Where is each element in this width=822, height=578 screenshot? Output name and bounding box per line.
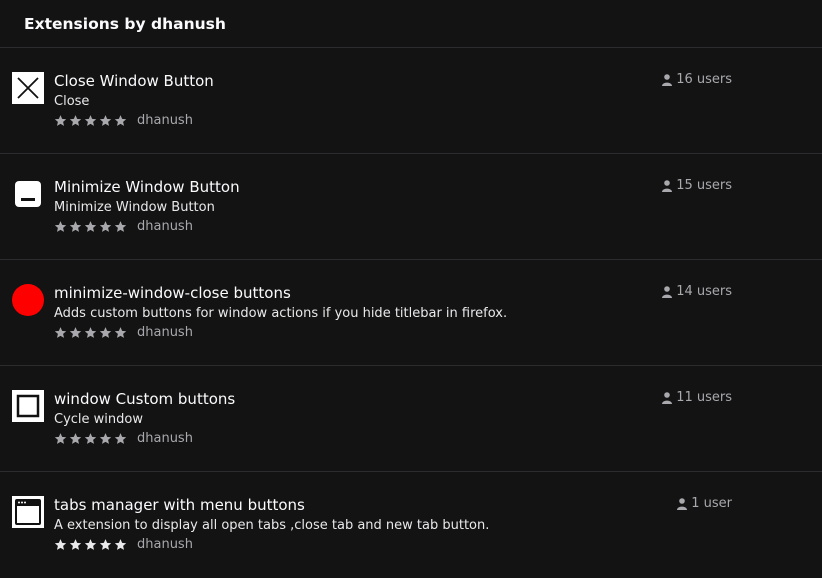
extension-meta: dhanush (54, 430, 193, 446)
extension-row[interactable]: tabs manager with menu buttons A extensi… (0, 472, 822, 578)
user-icon (662, 179, 673, 192)
extension-author[interactable]: dhanush (137, 219, 193, 234)
star-icon (84, 220, 97, 232)
user-count: 16 users (662, 72, 732, 87)
panel-header: Extensions by dhanush (0, 0, 822, 48)
user-icon (662, 285, 673, 298)
user-icon (662, 73, 673, 86)
rating-stars (54, 538, 127, 551)
square-frame-icon[interactable] (12, 390, 44, 422)
star-icon (54, 432, 67, 444)
star-icon (84, 432, 97, 444)
user-count: 11 users (662, 390, 732, 405)
rating-stars (54, 220, 127, 233)
star-icon (114, 326, 127, 338)
rating-stars (54, 326, 127, 339)
user-count-label: 1 user (691, 496, 732, 511)
extension-description: Adds custom buttons for window actions i… (54, 306, 508, 321)
extension-author[interactable]: dhanush (137, 113, 193, 128)
extension-row[interactable]: minimize-window-close buttons Adds custo… (0, 260, 822, 366)
extension-row[interactable]: Minimize Window Button Minimize Window B… (0, 154, 822, 260)
star-icon (69, 326, 82, 338)
user-count-label: 14 users (676, 284, 732, 299)
extension-meta: dhanush (54, 112, 193, 128)
extension-meta: dhanush (54, 218, 193, 234)
star-icon (54, 114, 67, 126)
star-icon (114, 114, 127, 126)
star-icon (99, 220, 112, 232)
star-icon (114, 538, 127, 550)
star-icon (99, 326, 112, 338)
user-count-label: 15 users (676, 178, 732, 193)
star-icon (84, 538, 97, 550)
extension-title[interactable]: Minimize Window Button (54, 178, 240, 196)
star-icon (99, 432, 112, 444)
star-icon (99, 538, 112, 550)
user-count-label: 11 users (676, 390, 732, 405)
star-icon (84, 114, 97, 126)
star-icon (54, 538, 67, 550)
extension-author[interactable]: dhanush (137, 431, 193, 446)
star-icon (114, 432, 127, 444)
star-icon (99, 114, 112, 126)
extension-description: Minimize Window Button (54, 200, 215, 215)
extension-row[interactable]: window Custom buttons Cycle window dhanu… (0, 366, 822, 472)
extension-title[interactable]: window Custom buttons (54, 390, 235, 408)
star-icon (69, 538, 82, 550)
extension-author[interactable]: dhanush (137, 537, 193, 552)
star-icon (84, 326, 97, 338)
rating-stars (54, 432, 127, 445)
extension-description: Close (54, 94, 90, 109)
user-count: 1 user (677, 496, 732, 511)
user-icon (662, 391, 673, 404)
extension-meta: dhanush (54, 536, 193, 552)
star-icon (54, 220, 67, 232)
star-icon (69, 220, 82, 232)
extension-title[interactable]: minimize-window-close buttons (54, 284, 291, 302)
extension-meta: dhanush (54, 324, 193, 340)
minimize-icon[interactable] (12, 178, 44, 210)
extension-title[interactable]: tabs manager with menu buttons (54, 496, 305, 514)
star-icon (114, 220, 127, 232)
close-x-icon[interactable] (12, 72, 44, 104)
extension-title[interactable]: Close Window Button (54, 72, 214, 90)
browser-window-icon[interactable] (12, 496, 44, 528)
user-icon (677, 497, 688, 510)
user-count-label: 16 users (676, 72, 732, 87)
star-icon (69, 432, 82, 444)
star-icon (69, 114, 82, 126)
page-title: Extensions by dhanush (24, 14, 226, 33)
extension-author[interactable]: dhanush (137, 325, 193, 340)
user-count: 14 users (662, 284, 732, 299)
red-circle-icon[interactable] (12, 284, 44, 316)
rating-stars (54, 114, 127, 127)
extension-description: A extension to display all open tabs ,cl… (54, 518, 490, 533)
extension-description: Cycle window (54, 412, 143, 427)
extensions-panel: Extensions by dhanush Close Window Butto… (0, 0, 822, 569)
star-icon (54, 326, 67, 338)
extension-row[interactable]: Close Window Button Close dhanush 16 use… (0, 48, 822, 154)
user-count: 15 users (662, 178, 732, 193)
